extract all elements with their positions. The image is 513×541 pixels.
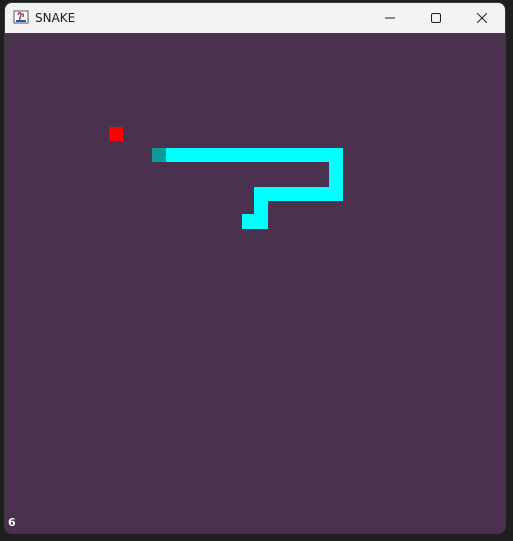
food-pellet bbox=[109, 127, 123, 141]
snake-segment bbox=[166, 148, 343, 162]
title-bar[interactable]: SNAKE bbox=[5, 3, 505, 33]
snake-head bbox=[152, 148, 166, 162]
window-title: SNAKE bbox=[35, 11, 76, 25]
minimize-button[interactable] bbox=[367, 3, 413, 33]
minimize-icon bbox=[385, 17, 395, 19]
java-app-icon bbox=[13, 10, 29, 24]
maximize-button[interactable] bbox=[413, 3, 459, 33]
game-window: SNAKE 6 bbox=[5, 3, 505, 533]
game-board[interactable]: 6 bbox=[5, 33, 505, 533]
snake-tail bbox=[242, 214, 268, 229]
score-label: 6 bbox=[8, 516, 16, 529]
close-button[interactable] bbox=[459, 3, 505, 33]
maximize-icon bbox=[431, 13, 441, 23]
close-icon bbox=[477, 13, 487, 23]
